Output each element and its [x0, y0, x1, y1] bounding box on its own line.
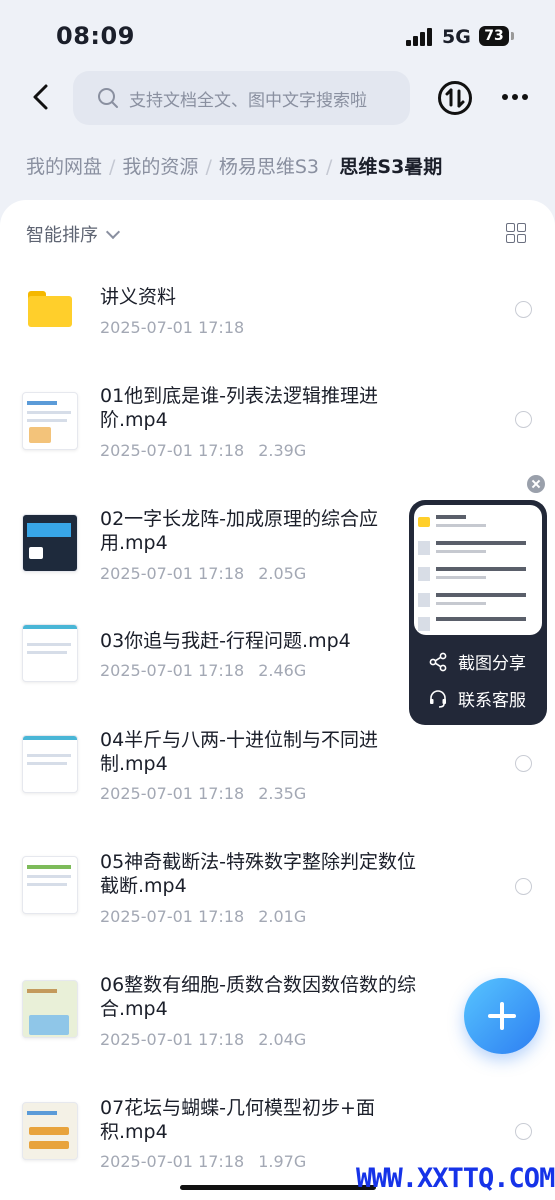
headset-icon — [430, 690, 446, 708]
search-icon — [98, 88, 118, 108]
screenshot-preview[interactable] — [414, 505, 542, 635]
network-type: 5G — [442, 26, 471, 48]
file-size: 2.05G — [258, 564, 307, 583]
file-name: 05神奇截断法-特殊数字整除判定数位截断.mp4 — [100, 851, 417, 897]
file-name: 讲义资料 — [100, 286, 177, 308]
add-button[interactable] — [464, 978, 540, 1054]
select-checkbox[interactable] — [515, 1123, 532, 1140]
video-thumbnail — [22, 514, 78, 572]
breadcrumb-current: 思维S3暑期 — [339, 156, 443, 178]
file-meta: 2025-07-01 17:18 2.39G — [100, 441, 306, 460]
breadcrumb-item[interactable]: 杨易思维S3 — [219, 156, 319, 178]
more-icon[interactable] — [500, 94, 530, 102]
home-indicator — [180, 1185, 376, 1190]
video-thumbnail — [22, 624, 78, 682]
file-meta: 2025-07-01 17:18 — [100, 318, 244, 337]
file-name: 03你追与我赶-行程问题.mp4 — [100, 630, 351, 652]
file-name: 06整数有细胞-质数合数因数倍数的综合.mp4 — [100, 974, 417, 1020]
sort-dropdown[interactable]: 智能排序 — [26, 221, 121, 247]
file-name: 02一字长龙阵-加成原理的综合应用.mp4 — [100, 508, 379, 554]
grid-view-icon[interactable] — [506, 223, 526, 243]
file-meta: 2025-07-01 17:18 2.05G — [100, 564, 306, 583]
video-thumbnail — [22, 856, 78, 914]
file-meta: 2025-07-01 17:18 2.04G — [100, 1030, 306, 1049]
file-date: 2025-07-01 17:18 — [100, 564, 245, 583]
breadcrumb-item[interactable]: 我的资源 — [122, 156, 198, 178]
video-thumbnail — [22, 1102, 78, 1160]
select-checkbox[interactable] — [515, 411, 532, 428]
folder-icon — [28, 291, 72, 327]
file-meta: 2025-07-01 17:18 2.35G — [100, 784, 306, 803]
file-size: 2.46G — [258, 661, 307, 680]
search-placeholder: 支持文档全文、图中文字搜索啦 — [129, 91, 367, 111]
signal-icon — [406, 28, 434, 46]
video-thumbnail — [22, 735, 78, 793]
back-arrow-icon[interactable] — [26, 80, 56, 114]
select-checkbox[interactable] — [515, 755, 532, 772]
breadcrumb: 我的网盘 / 我的资源 / 杨易思维S3 / 思维S3暑期 — [26, 152, 442, 179]
file-date: 2025-07-01 17:18 — [100, 907, 245, 926]
file-date: 2025-07-01 17:18 — [100, 784, 245, 803]
file-date: 2025-07-01 17:18 — [100, 441, 245, 460]
battery-icon: 73 — [479, 26, 514, 46]
file-date: 2025-07-01 17:18 — [100, 661, 245, 680]
status-bar: 08:09 5G 73 — [0, 0, 555, 70]
select-checkbox[interactable] — [515, 301, 532, 318]
file-meta: 2025-07-01 17:18 2.46G — [100, 661, 306, 680]
screenshot-share-button[interactable]: 截图分享 — [428, 649, 526, 674]
customer-service-button[interactable]: 联系客服 — [428, 686, 526, 711]
select-checkbox[interactable] — [515, 878, 532, 895]
breadcrumb-separator: / — [326, 156, 333, 178]
video-thumbnail — [22, 392, 78, 450]
share-icon — [429, 652, 447, 672]
file-meta: 2025-07-01 17:18 2.01G — [100, 907, 306, 926]
watermark: WWW.XXTTQ.COM — [356, 1163, 555, 1194]
breadcrumb-separator: / — [109, 156, 116, 178]
service-label: 联系客服 — [458, 691, 526, 711]
file-size: 2.39G — [258, 441, 307, 460]
file-name: 01他到底是谁-列表法逻辑推理进阶.mp4 — [100, 385, 379, 431]
file-name: 04半斤与八两-十进位制与不同进制.mp4 — [100, 729, 379, 775]
file-size: 1.97G — [258, 1152, 307, 1171]
file-size: 2.04G — [258, 1030, 307, 1049]
video-thumbnail — [22, 980, 78, 1038]
chevron-down-icon — [105, 224, 121, 240]
status-time: 08:09 — [56, 22, 135, 50]
sort-label: 智能排序 — [26, 225, 98, 246]
transfer-icon[interactable] — [437, 80, 473, 116]
file-date: 2025-07-01 17:18 — [100, 1152, 245, 1171]
search-input[interactable]: 支持文档全文、图中文字搜索啦 — [73, 71, 410, 125]
file-date: 2025-07-01 17:18 — [100, 318, 245, 337]
breadcrumb-separator: / — [205, 156, 212, 178]
file-size: 2.01G — [258, 907, 307, 926]
file-date: 2025-07-01 17:18 — [100, 1030, 245, 1049]
file-size: 2.35G — [258, 784, 307, 803]
file-name: 07花坛与蝴蝶-几何模型初步+面积.mp4 — [100, 1097, 375, 1143]
share-label: 截图分享 — [458, 654, 526, 674]
close-icon[interactable] — [527, 475, 545, 493]
file-meta: 2025-07-01 17:18 1.97G — [100, 1152, 306, 1171]
breadcrumb-item[interactable]: 我的网盘 — [26, 156, 102, 178]
